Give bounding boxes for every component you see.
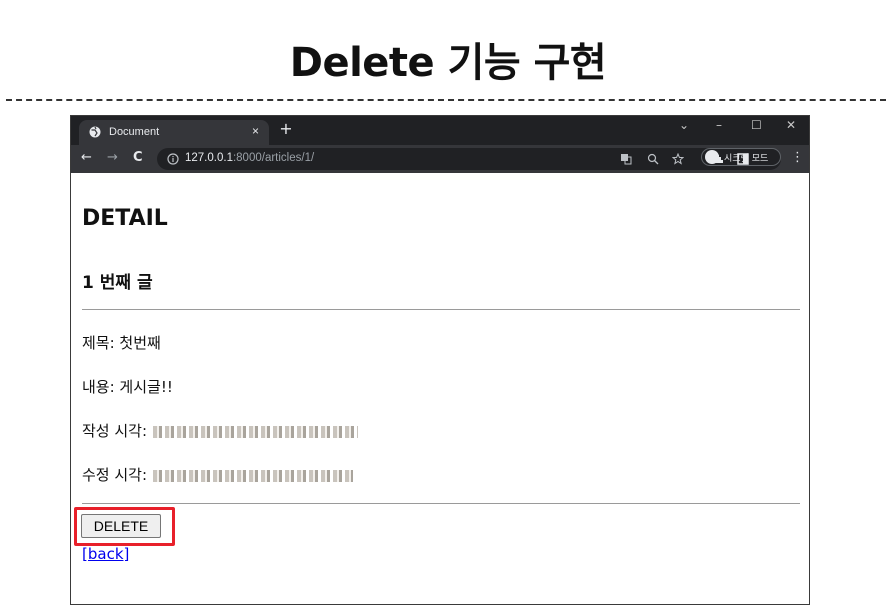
delete-button[interactable]: DELETE <box>81 514 161 538</box>
tab-strip: Document × + ⌄ – ☐ ✕ <box>71 116 809 145</box>
browser-toolbar: ← → C 127.0.0.1:8000/articles/1/ 시크릿 모드 … <box>71 145 809 173</box>
content-field-text: 내용: 게시글!! <box>82 378 173 396</box>
incognito-label: 시크릿 모드 <box>724 154 769 164</box>
dashed-divider <box>6 99 886 101</box>
incognito-icon <box>705 150 719 164</box>
created-at-field: 작성 시각: <box>82 420 359 441</box>
browser-window: Document × + ⌄ – ☐ ✕ ← → C 127.0.0.1:800… <box>70 115 810 605</box>
zoom-icon[interactable] <box>647 153 659 165</box>
created-at-label: 작성 시각: <box>82 422 148 440</box>
close-window-button[interactable]: ✕ <box>786 118 796 132</box>
minimize-button[interactable]: – <box>716 118 722 132</box>
tab-close-icon[interactable]: × <box>252 124 259 138</box>
title-field: 제목: 첫번째 <box>82 332 161 353</box>
divider <box>82 503 800 504</box>
tab-search-icon[interactable]: ⌄ <box>679 118 689 132</box>
slide-title: Delete 기능 구현 <box>289 40 607 86</box>
tab-document[interactable]: Document × <box>79 120 269 145</box>
maximize-button[interactable]: ☐ <box>751 118 762 132</box>
content-field: 내용: 게시글!! <box>82 376 173 397</box>
title-field-text: 제목: 첫번째 <box>82 334 161 352</box>
forward-arrow-icon[interactable]: → <box>107 150 118 165</box>
url-path: :8000/articles/1/ <box>232 152 315 164</box>
divider <box>82 309 800 310</box>
article-subheading: 1 번째 글 <box>82 273 153 293</box>
redacted-timestamp <box>153 469 354 482</box>
redacted-timestamp <box>153 425 359 438</box>
incognito-indicator[interactable]: 시크릿 모드 <box>701 148 781 166</box>
info-icon[interactable] <box>167 153 179 165</box>
kebab-menu-icon[interactable]: ⋮ <box>791 150 804 165</box>
url-text[interactable]: 127.0.0.1:8000/articles/1/ <box>185 152 314 164</box>
address-bar[interactable]: 127.0.0.1:8000/articles/1/ <box>157 148 781 170</box>
back-arrow-icon[interactable]: ← <box>81 150 92 165</box>
updated-at-label: 수정 시각: <box>82 466 148 484</box>
star-icon[interactable] <box>672 153 684 165</box>
globe-icon <box>89 126 101 138</box>
new-tab-button[interactable]: + <box>276 119 296 139</box>
page-content: DETAIL 1 번째 글 제목: 첫번째 내용: 게시글!! 작성 시각: 수… <box>71 173 809 604</box>
translate-icon[interactable] <box>620 153 632 165</box>
back-link[interactable]: [back] <box>82 545 129 563</box>
updated-at-field: 수정 시각: <box>82 464 354 485</box>
tab-title: Document <box>109 126 160 138</box>
url-host: 127.0.0.1 <box>185 152 233 164</box>
reload-icon[interactable]: C <box>133 150 143 165</box>
page-heading: DETAIL <box>82 206 168 231</box>
